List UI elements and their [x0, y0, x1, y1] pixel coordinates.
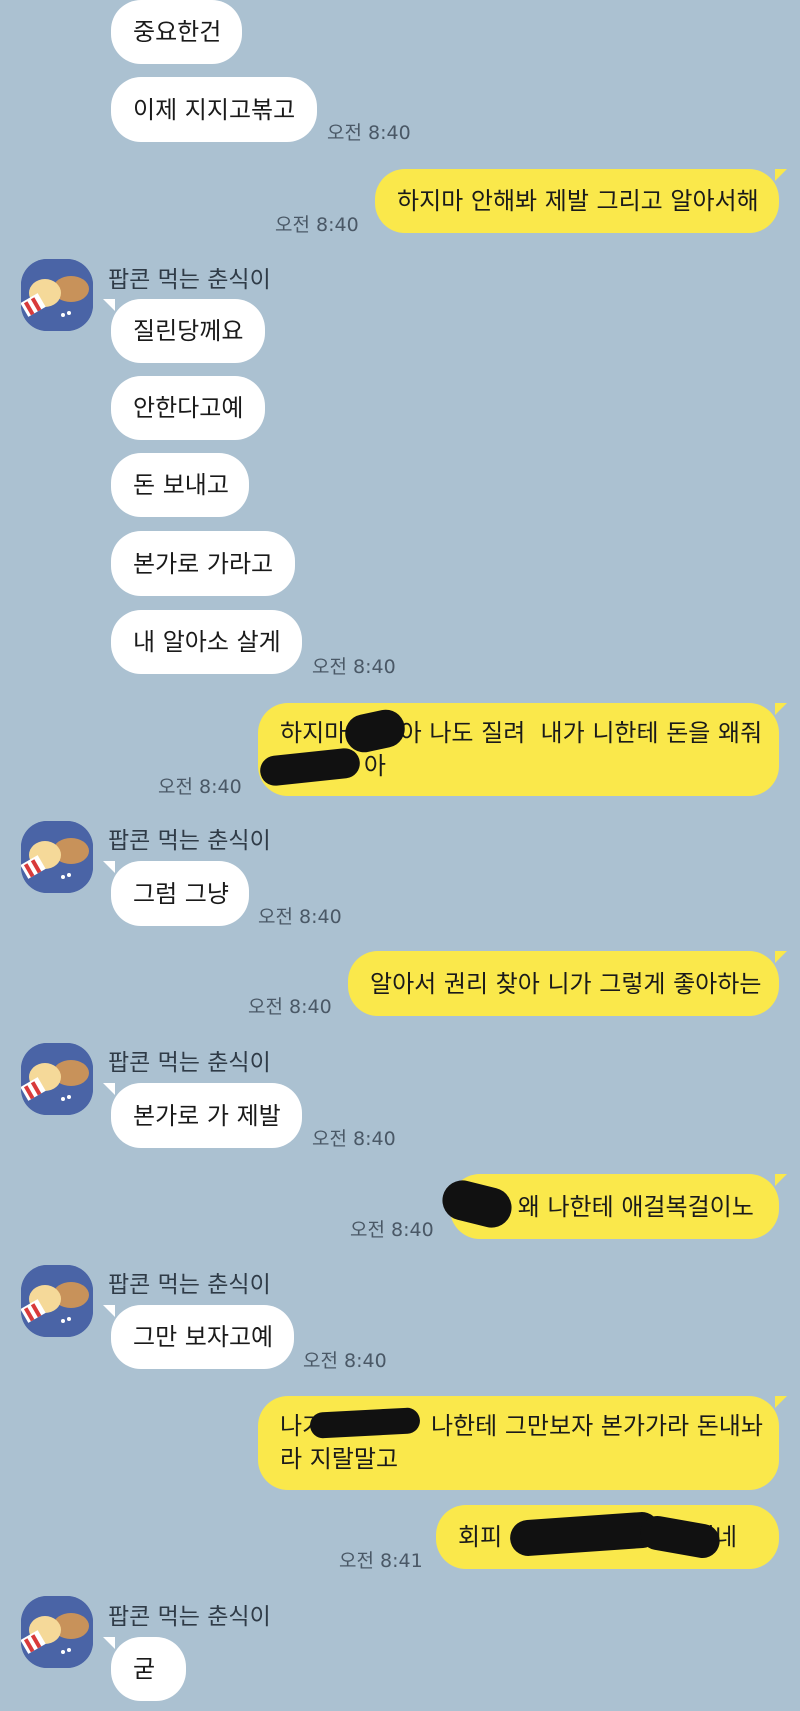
bubble-tail: [775, 169, 787, 181]
incoming-message-bubble[interactable]: 그만 보자고예: [111, 1305, 294, 1369]
chat-room: 중요한건 이제 지지고볶고 오전 8:40 하지마 안해봐 제발 그리고 알아서…: [0, 0, 800, 1711]
incoming-message-bubble[interactable]: 질린당께요: [111, 299, 265, 363]
sender-name: 팝콘 먹는 춘식이: [108, 828, 271, 854]
bubble-tail: [103, 299, 115, 311]
bubble-tail: [775, 1396, 787, 1408]
message-time: 오전 8:40: [158, 776, 242, 798]
incoming-message-bubble[interactable]: 본가로 가라고: [111, 531, 295, 596]
bubble-tail: [775, 703, 787, 715]
incoming-message-bubble[interactable]: 중요한건: [111, 0, 242, 64]
message-time: 오전 8:40: [258, 906, 342, 928]
bubble-tail: [103, 1637, 115, 1649]
popcorn-character-icon: [21, 1265, 93, 1337]
message-text: 그럼 그냥: [133, 879, 229, 908]
incoming-message-bubble[interactable]: 돈 보내고: [111, 453, 249, 517]
sender-name: 팝콘 먹는 춘식이: [108, 1272, 271, 1298]
popcorn-character-icon: [21, 259, 93, 331]
message-text: 굳: [133, 1655, 156, 1683]
message-time: 오전 8:40: [303, 1350, 387, 1372]
message-time: 오전 8:40: [275, 214, 359, 236]
message-time: 오전 8:40: [248, 996, 332, 1018]
incoming-message-bubble[interactable]: 이제 지지고볶고: [111, 77, 317, 142]
outgoing-message-bubble[interactable]: 하지마 안해봐 제발 그리고 알아서해: [375, 169, 779, 233]
avatar[interactable]: [21, 821, 93, 893]
incoming-message-bubble[interactable]: 안한다고예: [111, 376, 265, 440]
avatar[interactable]: [21, 1596, 93, 1668]
message-text: 중요한건: [133, 18, 222, 46]
bubble-tail: [103, 1083, 115, 1095]
incoming-message-bubble[interactable]: 그럼 그냥: [111, 861, 249, 926]
message-text: 내 알아소 살게: [133, 628, 281, 656]
message-time: 오전 8:40: [327, 122, 411, 144]
incoming-message-bubble[interactable]: 본가로 가 제발: [111, 1083, 302, 1148]
sender-name: 팝콘 먹는 춘식이: [108, 1050, 271, 1076]
popcorn-character-icon: [21, 821, 93, 893]
outgoing-message-bubble[interactable]: 나가 나한테 그만보자 본가가라 돈내놔 라 지랄말고: [258, 1396, 779, 1490]
bubble-tail: [103, 1305, 115, 1317]
bubble-tail: [103, 861, 115, 873]
bubble-tail: [775, 1174, 787, 1186]
incoming-message-bubble[interactable]: 내 알아소 살게: [111, 610, 302, 674]
message-text: 돈 보내고: [133, 471, 229, 499]
message-text: 안한다고예: [133, 394, 244, 422]
sender-name: 팝콘 먹는 춘식이: [108, 267, 271, 293]
message-text: 하지마 안해봐 제발 그리고 알아서해: [397, 187, 759, 215]
popcorn-character-icon: [21, 1596, 93, 1668]
message-time: 오전 8:40: [312, 1128, 396, 1150]
message-text: 이제 지지고볶고: [133, 95, 296, 124]
message-text-line: 라 지랄말고: [280, 1445, 399, 1473]
message-text: 본가로 가라고: [133, 549, 274, 578]
avatar[interactable]: [21, 1265, 93, 1337]
message-text: 본가로 가 제발: [133, 1101, 281, 1130]
incoming-message-bubble[interactable]: 굳: [111, 1637, 186, 1701]
avatar[interactable]: [21, 259, 93, 331]
message-time: 오전 8:41: [339, 1550, 423, 1572]
message-time: 오전 8:40: [350, 1219, 434, 1241]
message-text: 그만 보자고예: [133, 1323, 274, 1351]
avatar[interactable]: [21, 1043, 93, 1115]
message-time: 오전 8:40: [312, 656, 396, 678]
sender-name: 팝콘 먹는 춘식이: [108, 1604, 271, 1630]
message-text: 질린당께요: [133, 317, 244, 345]
message-text: 왜 나한테 애걸복걸이노: [472, 1192, 754, 1221]
message-text: 알아서 권리 찾아 니가 그렇게 좋아하는: [370, 969, 762, 998]
bubble-tail: [775, 951, 787, 963]
outgoing-message-bubble[interactable]: 알아서 권리 찾아 니가 그렇게 좋아하는: [348, 951, 779, 1016]
popcorn-character-icon: [21, 1043, 93, 1115]
